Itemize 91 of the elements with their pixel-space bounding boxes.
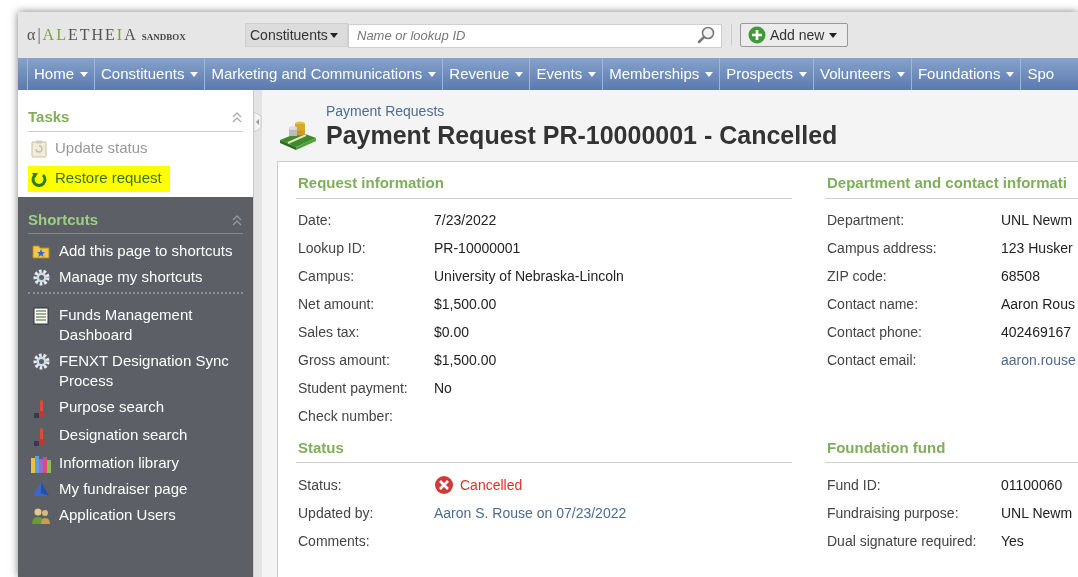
shortcut-link[interactable]: Information library xyxy=(59,452,239,473)
breadcrumb-link[interactable]: Payment Requests xyxy=(326,102,838,120)
star-folder-icon xyxy=(31,242,51,259)
caret-icon xyxy=(80,71,88,77)
caret-icon xyxy=(190,71,199,77)
shortcuts-heading: Shortcuts xyxy=(28,210,98,230)
section-heading: Department and contact informati xyxy=(825,172,1078,199)
field-label: Department: xyxy=(827,211,906,230)
field-value: Yes xyxy=(1001,531,1024,551)
field-label: Student payment: xyxy=(298,379,409,398)
logo-text: I xyxy=(116,25,125,45)
caret-icon xyxy=(1006,71,1015,77)
shortcut-link[interactable]: Purpose search xyxy=(59,396,239,417)
shortcut-link[interactable]: Add this page to shortcuts xyxy=(59,240,239,261)
field-value: UNL Newm xyxy=(1001,503,1073,523)
caret-icon xyxy=(588,71,597,77)
field-value: 402469167 xyxy=(1001,323,1072,342)
field-value: 01100060 xyxy=(1001,475,1063,495)
caret-icon xyxy=(428,71,437,77)
field-label: Check number: xyxy=(298,407,394,426)
field-label: ZIP code: xyxy=(827,267,888,286)
field-value: 123 Husker xyxy=(1001,239,1073,258)
field-link[interactable]: Aaron S. Rouse on 07/23/2022 xyxy=(434,502,627,524)
scope-dropdown[interactable]: Constituents xyxy=(245,23,348,47)
field-label: Fundraising purpose: xyxy=(827,503,960,523)
caret-icon xyxy=(896,71,905,77)
shortcut-link[interactable]: FENXT Designation Sync Process xyxy=(59,350,239,391)
page-title: Payment Request PR-10000001 - Cancelled xyxy=(326,120,838,150)
pyramid-icon xyxy=(31,480,51,497)
clipboard-icon xyxy=(31,139,47,158)
field-value: Aaron Rous xyxy=(1001,295,1075,314)
field-value: No xyxy=(434,379,452,398)
field-value: $1,500.00 xyxy=(434,295,497,314)
caret-icon xyxy=(329,32,338,38)
shortcut-link[interactable]: Funds Management Dashboard xyxy=(59,304,239,345)
sandbox-label: SANDBOX xyxy=(141,31,186,44)
logo-text: α| xyxy=(27,25,43,46)
field-label: Dual signature required: xyxy=(827,531,978,551)
field-label: Comments: xyxy=(298,531,371,551)
field-label: Net amount: xyxy=(298,295,376,314)
field-value: PR-10000001 xyxy=(434,239,521,258)
field-label: Sales tax: xyxy=(298,323,361,342)
field-label: Contact phone: xyxy=(827,323,923,342)
shortcut-link[interactable]: My fundraiser page xyxy=(59,478,239,499)
collapse-icon[interactable] xyxy=(231,214,243,227)
cancel-icon xyxy=(434,475,454,495)
tasks-heading: Tasks xyxy=(28,107,70,127)
field-value: 7/23/2022 xyxy=(434,211,497,230)
field-label: Fund ID: xyxy=(827,475,882,495)
field-label: Campus: xyxy=(298,267,356,286)
task-link[interactable]: Restore request xyxy=(28,165,170,192)
collapse-icon[interactable] xyxy=(231,111,243,124)
field-label: Status: xyxy=(298,475,343,495)
section-heading: Request information xyxy=(296,172,792,199)
field-label: Lookup ID: xyxy=(298,239,367,258)
field-label: Updated by: xyxy=(298,503,375,523)
field-label: Date: xyxy=(298,211,333,230)
section-heading: Status xyxy=(296,436,792,463)
field-label: Contact email: xyxy=(827,351,918,370)
field-label: Gross amount: xyxy=(298,351,391,370)
field-value: 68508 xyxy=(1001,267,1040,286)
caret-icon xyxy=(799,71,807,77)
books-icon xyxy=(31,454,51,473)
shortcut-link[interactable]: Designation search xyxy=(59,424,239,445)
shortcut-link[interactable]: Manage my shortcuts xyxy=(59,266,239,287)
caret-icon xyxy=(705,71,714,77)
gear-icon xyxy=(31,268,51,286)
document-icon xyxy=(31,306,51,325)
field-value: $1,500.00 xyxy=(434,351,497,370)
status-value: Cancelled xyxy=(460,475,523,495)
section-heading: Foundation fund xyxy=(825,436,1078,463)
field-value: UNL Newm xyxy=(1001,211,1073,230)
restore-icon xyxy=(31,170,47,187)
search-icon[interactable] xyxy=(696,25,716,45)
logo-text: ETHE xyxy=(67,25,117,45)
gear-icon xyxy=(31,352,51,370)
collapse-pane-icon[interactable] xyxy=(254,112,262,132)
field-value: $0.00 xyxy=(434,323,470,342)
logo-text: AL xyxy=(42,25,68,45)
plus-icon xyxy=(748,26,766,44)
field-label: Contact name: xyxy=(827,295,920,314)
add-new-button[interactable]: Add new xyxy=(740,23,848,47)
field-value: University of Nebraska-Lincoln xyxy=(434,267,624,286)
caret-icon xyxy=(515,71,524,77)
caret-icon xyxy=(829,32,838,38)
field-link[interactable]: aaron.rouse xyxy=(1001,350,1076,371)
field-label: Campus address: xyxy=(827,239,938,258)
shortcut-link[interactable]: Application Users xyxy=(59,504,239,525)
search-field[interactable]: Name or lookup ID xyxy=(348,23,722,48)
logo-text: A xyxy=(124,25,138,45)
users-icon xyxy=(31,506,51,525)
